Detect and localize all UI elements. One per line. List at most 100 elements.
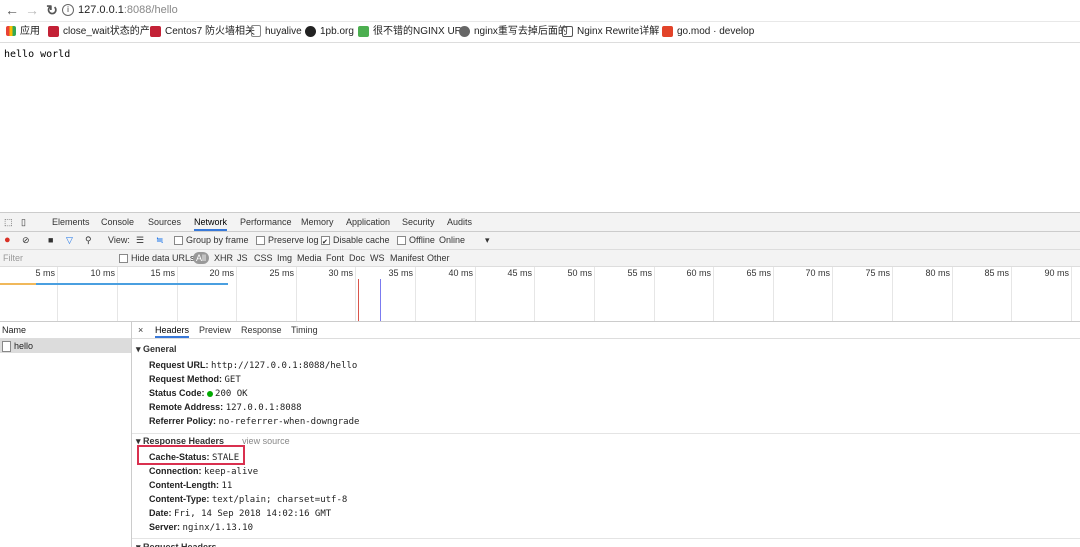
bookmark-centos7[interactable]: Centos7 防火墙相关 (150, 25, 255, 39)
name-column-header[interactable]: Name (0, 322, 131, 339)
filter-type-css[interactable]: CSS (254, 250, 273, 266)
referrer-policy-row: Referrer Policy: no-referrer-when-downgr… (149, 416, 360, 427)
devtools-tab-bar: ⬚ ▯ Elements Console Sources Network Per… (0, 213, 1080, 232)
timeline-tick: 40 ms (416, 267, 476, 321)
filter-type-ws[interactable]: WS (370, 250, 385, 266)
divider (132, 538, 1080, 539)
network-overview-timeline[interactable]: 5 ms 10 ms 15 ms 20 ms 25 ms 30 ms 35 ms… (0, 267, 1080, 322)
tab-headers[interactable]: Headers (155, 322, 190, 338)
hide-data-urls-checkbox[interactable]: Hide data URLs (119, 250, 195, 266)
timeline-tick: 70 ms (774, 267, 833, 321)
filter-type-all[interactable]: All (193, 252, 210, 264)
status-ok-icon (207, 390, 214, 397)
camera-icon[interactable]: ■ (48, 232, 53, 249)
script-icon (562, 25, 573, 37)
bookmark-go-mod[interactable]: go.mod · develop (662, 25, 754, 39)
preserve-log-checkbox[interactable]: Preserve log (256, 232, 319, 249)
timeline-tick: 45 ms (476, 267, 535, 321)
timeline-tick: 50 ms (535, 267, 595, 321)
forward-icon[interactable]: → (24, 2, 40, 18)
content-length-row: Content-Length: 11 (149, 480, 233, 491)
devtools-panel: ⬚ ▯ Elements Console Sources Network Per… (0, 212, 1080, 547)
bookmark-close-wait[interactable]: close_wait状态的产 (48, 25, 150, 39)
divider (132, 433, 1080, 434)
tab-sources[interactable]: Sources (148, 213, 181, 231)
page-body-text: hello world (4, 49, 71, 60)
clear-icon[interactable]: ⊘ (22, 232, 30, 249)
offline-checkbox[interactable]: Offline (397, 232, 435, 249)
url-path: :8088/hello (123, 4, 178, 16)
timeline-tick: 30 ms (297, 267, 356, 321)
csdn-icon (150, 25, 161, 37)
gitlab-icon (662, 25, 673, 37)
green-square-icon (358, 25, 369, 37)
tab-preview[interactable]: Preview (199, 322, 231, 338)
bookmark-nginx-url[interactable]: 很不错的NGINX URL (358, 25, 467, 39)
filter-type-img[interactable]: Img (277, 250, 292, 266)
load-event-marker (358, 279, 359, 321)
device-toolbar-icon[interactable]: ▯ (21, 213, 26, 231)
timeline-tick: 15 ms (118, 267, 178, 321)
tab-timing[interactable]: Timing (291, 322, 318, 338)
filter-type-other[interactable]: Other (427, 250, 450, 266)
tab-network[interactable]: Network (194, 213, 228, 231)
cache-status-highlight-box (137, 445, 245, 465)
filter-type-manifest[interactable]: Manifest (390, 250, 424, 266)
site-info-icon[interactable]: i (62, 4, 74, 17)
timeline-tick: 85 ms (953, 267, 1012, 321)
tab-response[interactable]: Response (241, 322, 282, 338)
tab-performance[interactable]: Performance (240, 213, 292, 231)
connection-row: Connection: keep-alive (149, 466, 259, 477)
filter-icon[interactable]: ▽ (66, 232, 73, 249)
tab-console[interactable]: Console (101, 213, 134, 231)
view-source-link[interactable]: view source (242, 436, 290, 446)
bookmark-huyalive[interactable]: huyalive (251, 25, 302, 39)
waterfall-icon[interactable]: ≒ (156, 232, 164, 249)
bookmark-nginx-rewrite[interactable]: Nginx Rewrite详解 (562, 25, 659, 39)
server-row: Server: nginx/1.13.10 (149, 522, 253, 533)
filter-type-js[interactable]: JS (237, 250, 248, 266)
request-details: × Headers Preview Response Timing ▾ Gene… (132, 322, 1080, 547)
disable-cache-checkbox[interactable]: Disable cache (321, 232, 390, 251)
timeline-tick: 5 ms (0, 267, 58, 321)
request-list: Name hello (0, 322, 132, 547)
filter-type-font[interactable]: Font (326, 250, 344, 266)
bookmarks-bar: 应用 close_wait状态的产 Centos7 防火墙相关 huyalive… (0, 22, 1080, 43)
url-host: 127.0.0.1 (78, 4, 124, 16)
inspect-element-icon[interactable]: ⬚ (4, 213, 13, 231)
timeline-tick: 35 ms (356, 267, 416, 321)
document-icon (2, 341, 11, 353)
reload-icon[interactable]: ↻ (44, 2, 60, 18)
group-by-frame-checkbox[interactable]: Group by frame (174, 232, 249, 249)
content-type-row: Content-Type: text/plain; charset=utf-8 (149, 494, 348, 505)
back-icon[interactable]: ← (4, 2, 20, 18)
address-bar[interactable]: i 127.0.0.1:8088/hello (62, 2, 1080, 18)
details-tab-bar: × Headers Preview Response Timing (132, 322, 1080, 339)
timeline-tick: 20 ms (178, 267, 237, 321)
filter-type-media[interactable]: Media (297, 250, 322, 266)
bookmark-apps[interactable]: 应用 (6, 25, 40, 39)
large-rows-icon[interactable]: ☰ (136, 232, 144, 249)
tab-audits[interactable]: Audits (447, 213, 472, 231)
status-code-row: Status Code: 200 OK (149, 388, 248, 399)
general-section-header[interactable]: ▾ General (136, 344, 177, 355)
tab-memory[interactable]: Memory (301, 213, 334, 231)
timeline-tick: 65 ms (714, 267, 774, 321)
filter-type-xhr[interactable]: XHR (214, 250, 233, 266)
request-row-hello[interactable]: hello (0, 339, 131, 353)
tab-security[interactable]: Security (402, 213, 435, 231)
record-icon[interactable]: ● (4, 232, 11, 249)
tab-application[interactable]: Application (346, 213, 390, 231)
search-icon[interactable]: ⚲ (85, 232, 92, 249)
bookmark-nginx-rewrite-cn[interactable]: nginx重写去掉后面的 (459, 25, 568, 39)
close-icon[interactable]: × (138, 322, 143, 338)
throttling-select[interactable]: Online ▾ (439, 232, 490, 249)
filter-input[interactable]: Filter (3, 250, 23, 266)
page-icon (251, 25, 261, 38)
remote-address-row: Remote Address: 127.0.0.1:8088 (149, 402, 302, 413)
filter-type-doc[interactable]: Doc (349, 250, 365, 266)
timeline-tick: 25 ms (237, 267, 297, 321)
timeline-request-bar-queue (0, 283, 36, 285)
bookmark-1pb[interactable]: 1pb.org (305, 25, 354, 39)
tab-elements[interactable]: Elements (52, 213, 90, 231)
